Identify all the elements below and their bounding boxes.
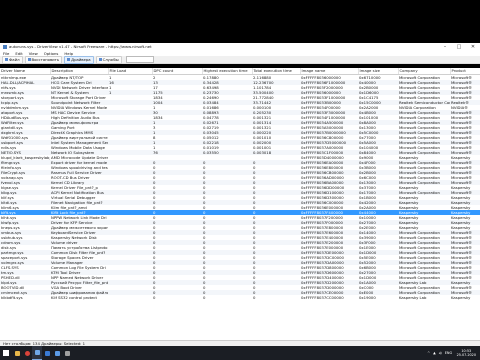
taskbar-media-icon[interactable]	[62, 346, 72, 360]
table-cell: 0x19000	[358, 295, 398, 300]
clock[interactable]: 10:53 25.07.2020	[457, 349, 476, 357]
table-cell	[108, 295, 152, 300]
tray-chevron-icon[interactable]: ^	[427, 351, 430, 355]
folder-icon	[14, 350, 20, 356]
maximize-button[interactable]: □	[452, 43, 466, 50]
toolbar-button-label: Драйвера	[71, 57, 91, 62]
minimize-button[interactable]: –	[438, 43, 452, 50]
taskbar-chrome-icon[interactable]	[22, 346, 32, 360]
taskbar-driverview-icon[interactable]	[32, 346, 42, 360]
column-header[interactable]: Highest execution time	[202, 68, 253, 75]
close-button[interactable]: ✕	[466, 43, 480, 50]
menu-file[interactable]: File	[3, 51, 9, 56]
toolbar-button-label: Файл	[9, 57, 20, 62]
app-icon	[3, 44, 7, 49]
menu-options[interactable]: Options	[44, 51, 59, 56]
start-button[interactable]	[0, 346, 12, 360]
toolbar-button-label: Службы	[102, 57, 119, 62]
taskbar-store-icon[interactable]	[52, 346, 62, 360]
language-indicator[interactable]: ENG	[445, 351, 452, 355]
restore-icon	[27, 58, 31, 61]
taskbar-mail-icon[interactable]	[42, 346, 52, 360]
toolbar-button-label: Восстановить	[31, 57, 60, 62]
taskbar-explorer-icon[interactable]	[12, 346, 22, 360]
table-cell: 0	[252, 295, 300, 300]
window-title: autoruns.sys - DriverView v1.47 - Nirsof…	[9, 44, 152, 49]
table-row[interactable]: klkbdflt.sys Klif SS32 control protect 0 0 0…	[0, 295, 480, 300]
table-cell: Kaspersky Lab	[398, 295, 450, 300]
table-cell: 0	[202, 295, 252, 300]
title-bar[interactable]: autoruns.sys - DriverView v1.47 - Nirsof…	[0, 43, 480, 50]
mail-icon	[44, 350, 50, 356]
table-cell: 0xFFFFF8037CC00000	[300, 295, 358, 300]
windows-logo-icon	[3, 350, 9, 356]
table-header: Driver Name Description File Load DPC count…	[0, 68, 480, 75]
chrome-icon	[24, 350, 30, 356]
volume-icon[interactable]: ◂)	[439, 351, 442, 355]
screen: autoruns.sys - DriverView v1.47 - Nirsof…	[0, 0, 480, 360]
table-cell: Klif SS32 control protect	[50, 295, 108, 300]
taskbar: ^ ▲ ◂) ENG 10:53 25.07.2020	[0, 346, 480, 360]
table-cell: Kaspersky	[450, 295, 480, 300]
store-icon	[54, 350, 60, 356]
driver-table[interactable]: Driver Name Description File Load DPC count…	[0, 68, 480, 340]
toolbar-file-button[interactable]: Файл	[2, 55, 23, 64]
driverview-icon	[34, 350, 40, 355]
media-icon	[64, 350, 70, 356]
toolbar-drivers-button[interactable]: Драйвера	[64, 55, 94, 64]
menu-edit[interactable]: Edit	[15, 51, 22, 56]
clock-date: 25.07.2020	[456, 353, 476, 357]
table-cell: 0	[152, 295, 202, 300]
drivers-icon	[67, 58, 71, 61]
network-icon[interactable]: ▲	[433, 351, 436, 355]
menu-view[interactable]: View	[29, 51, 38, 56]
system-tray: ^ ▲ ◂) ENG 10:53 25.07.2020	[426, 349, 480, 357]
services-icon	[98, 58, 102, 61]
toolbar: Файл Восстановить Драйвера Службы	[0, 55, 480, 64]
menu-help[interactable]: Help	[64, 51, 73, 56]
table-body: ntkrnlmp.exe Драйвер NT/TOP 1 2 0.17880 2.116…	[0, 74, 480, 300]
toolbar-services-button[interactable]: Службы	[95, 55, 122, 64]
toolbar-restore-button[interactable]: Восстановить	[24, 55, 63, 64]
table-cell: klkbdflt.sys	[0, 295, 50, 300]
file-icon	[5, 58, 8, 61]
quick-filter-input[interactable]	[125, 56, 154, 63]
